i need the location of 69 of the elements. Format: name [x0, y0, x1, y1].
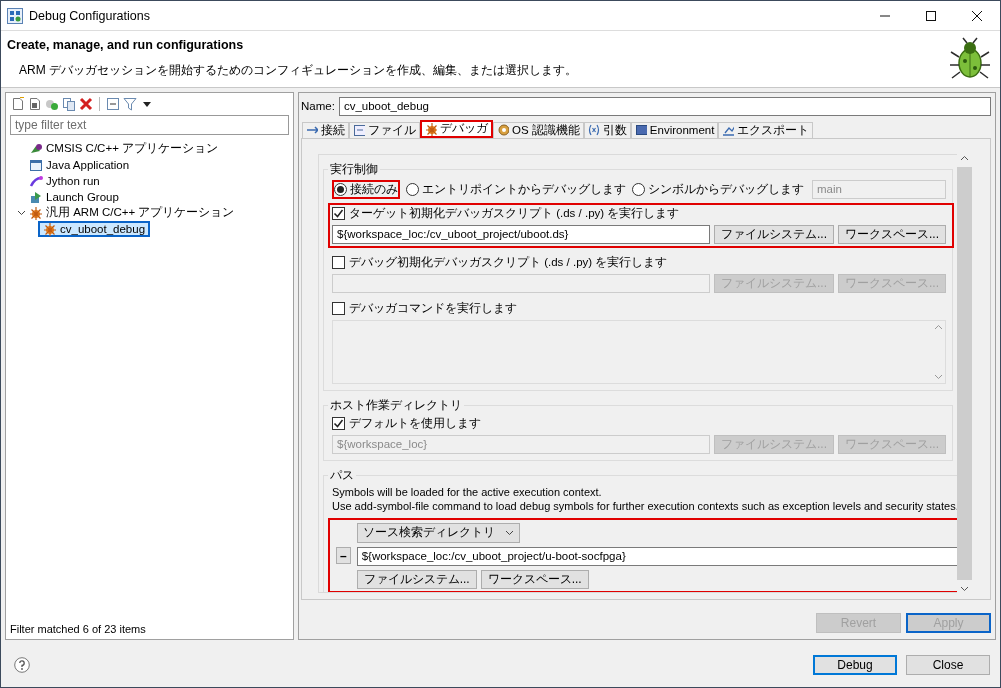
checkbox[interactable] — [332, 301, 345, 315]
check-icon — [333, 207, 344, 219]
tree-item[interactable]: Jython run — [26, 172, 103, 189]
check-icon — [333, 417, 344, 429]
close-icon — [972, 10, 982, 21]
path-field[interactable]: ${workspace_loc:/cv_uboot_project/u-boot-socfpga} — [356, 546, 957, 566]
checkbox-label: デフォルトを使用します — [349, 415, 481, 431]
tab[interactable]: デバッガ — [420, 119, 493, 138]
script-path-field[interactable]: ${workspace_loc:/cv_uboot_project/uboot.ds} — [332, 224, 710, 244]
maximize-icon — [926, 10, 936, 21]
checkbox[interactable] — [332, 255, 345, 269]
duplicate-icon[interactable] — [62, 96, 76, 111]
field-label: Name: — [301, 100, 335, 113]
workspace-button[interactable]: ワークスペース... — [480, 569, 589, 589]
status-text: Filter matched 6 of 23 items — [10, 622, 147, 635]
dialog-heading: Create, manage, and run configurations — [7, 38, 245, 53]
radio-button[interactable] — [406, 182, 419, 196]
variable-icon — [587, 123, 600, 138]
file-system-button[interactable]: ファイルシステム... — [713, 224, 834, 244]
chevron-down-icon[interactable] — [17, 208, 26, 218]
note-text: Symbols will be loaded for the active execution context. — [332, 485, 603, 498]
snake-icon — [29, 173, 43, 188]
checkbox-label: デバッグ初期化デバッガスクリプト (.ds / .py) を実行します — [349, 254, 668, 270]
debug-button[interactable]: Debug — [813, 655, 897, 676]
group-label: 実行制御 — [329, 160, 379, 178]
radio-option[interactable]: シンボルからデバッグします — [632, 181, 804, 197]
file-system-button[interactable]: ファイルシステム... — [356, 569, 477, 589]
tab[interactable]: Environment — [630, 121, 719, 138]
radio-button[interactable] — [334, 182, 347, 196]
help-icon[interactable] — [14, 657, 30, 674]
radio-button[interactable] — [632, 182, 645, 196]
window-title: Debug Configurations — [29, 8, 151, 23]
script-path-field[interactable] — [332, 273, 710, 293]
tab[interactable]: エクスポート — [718, 121, 814, 138]
tree-item[interactable]: 汎用 ARM C/C++ アプリケーション — [14, 204, 238, 221]
checkbox-label: ターゲット初期化デバッガスクリプト (.ds / .py) を実行します — [349, 205, 680, 221]
radio-option[interactable]: エントリポイントからデバッグします — [406, 181, 626, 197]
tree-item[interactable]: Launch Group — [26, 188, 122, 205]
type-dropdown[interactable]: ソース検索ディレクトリ — [356, 522, 520, 543]
tree-item[interactable]: CMSIS C/C++ アプリケーション — [26, 140, 222, 157]
checkbox[interactable] — [332, 416, 345, 430]
chevron-up-icon — [934, 322, 943, 332]
tab[interactable]: 引数 — [583, 121, 631, 138]
checkbox[interactable] — [332, 206, 345, 220]
chevron-down-icon — [504, 528, 514, 538]
name-field[interactable]: cv_uboot_debug — [338, 96, 991, 116]
tree-item[interactable]: Java Application — [26, 156, 133, 173]
workspace-button[interactable]: ワークスペース... — [838, 224, 946, 244]
new-file-icon[interactable] — [11, 96, 25, 111]
tab[interactable]: 接続 — [302, 121, 349, 138]
remove-button[interactable]: – — [336, 547, 351, 565]
tab[interactable]: OS 認識機能 — [493, 121, 584, 138]
tree-item[interactable]: cv_uboot_debug — [38, 220, 151, 237]
radio-option[interactable]: 接続のみ — [332, 179, 400, 199]
window-icon — [29, 157, 43, 172]
checkbox-label: デバッガコマンドを実行します — [349, 300, 517, 316]
close-button[interactable]: Close — [906, 655, 990, 676]
delete-icon[interactable] — [79, 96, 93, 111]
note-text: Use add-symbol-file command to load debug symbols for further execution contexts such as exception levels and security states. — [332, 499, 957, 512]
filter-field[interactable]: type filter text — [10, 114, 289, 135]
chevron-up-icon — [960, 153, 969, 163]
monitor-icon — [634, 123, 647, 138]
collapse-all-icon[interactable] — [106, 96, 120, 111]
group-label: パス — [329, 466, 355, 484]
filter-icon[interactable] — [123, 96, 137, 111]
group-label: ホスト作業ディレクトリ — [329, 396, 463, 414]
app-icon — [7, 7, 23, 24]
tab[interactable]: ファイル — [349, 121, 420, 138]
dialog-description: ARM デバッガセッションを開始するためのコンフィギュレーションを作成、編集、または選択します。 — [18, 62, 578, 80]
